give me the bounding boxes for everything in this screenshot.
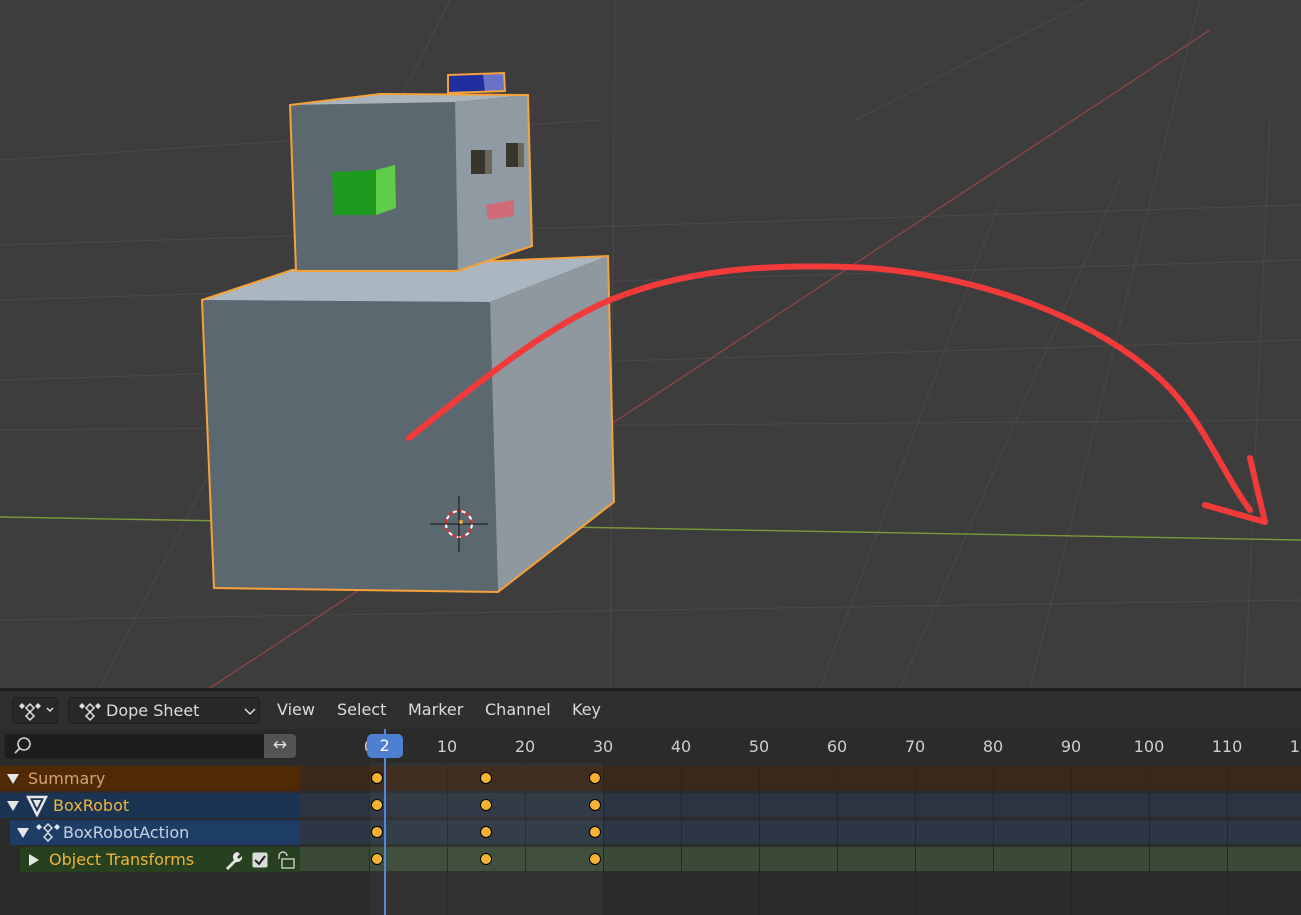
floor-grid xyxy=(0,0,1301,688)
frame-tick-label: 120 xyxy=(1289,737,1301,756)
frame-tick-label: 20 xyxy=(514,737,536,756)
triangle-down-icon[interactable] xyxy=(16,827,30,839)
robot-head[interactable] xyxy=(288,92,534,272)
keyframe-marker[interactable] xyxy=(370,799,383,811)
frame-tick-label: 100 xyxy=(1133,737,1165,756)
menu-select[interactable]: Select xyxy=(337,700,386,719)
mesh-icon xyxy=(26,795,48,817)
frame-grid-line xyxy=(1227,763,1228,915)
swap-arrows-button[interactable]: ↔ xyxy=(264,734,296,758)
keyframe-marker[interactable] xyxy=(480,799,492,811)
frame-grid-line xyxy=(993,763,994,915)
channel-boxrobot[interactable]: BoxRobot xyxy=(0,793,300,818)
checkbox-icon[interactable] xyxy=(252,852,268,868)
wrench-icon[interactable] xyxy=(223,850,243,870)
frame-tick-label: 30 xyxy=(592,737,614,756)
dope-sheet-editor[interactable]: Dope Sheet View Select Marker Channel Ke… xyxy=(0,691,1301,915)
robot-eye-left-side xyxy=(485,150,492,174)
frame-grid-line xyxy=(681,763,682,915)
3d-viewport[interactable] xyxy=(0,0,1301,688)
dope-sheet-timeline[interactable]: 0102030405060708090100110120 2 xyxy=(300,729,1301,915)
keyframe-marker[interactable] xyxy=(589,826,602,838)
menu-view[interactable]: View xyxy=(277,700,315,719)
swap-arrows-icon: ↔ xyxy=(272,735,288,755)
action-icon xyxy=(36,823,60,842)
current-frame-indicator[interactable]: 2 xyxy=(366,734,403,758)
frame-tick-label: 90 xyxy=(1060,737,1082,756)
robot-hat[interactable] xyxy=(447,71,507,95)
frame-grid-line xyxy=(1071,763,1072,915)
channel-label: BoxRobot xyxy=(53,796,130,815)
keyframe-marker[interactable] xyxy=(589,853,602,865)
frame-tick-label: 80 xyxy=(982,737,1004,756)
menu-key[interactable]: Key xyxy=(572,700,601,719)
frame-grid-line xyxy=(759,763,760,915)
keyframe-marker[interactable] xyxy=(370,826,383,838)
frame-tick-label: 10 xyxy=(436,737,458,756)
frame-grid-line xyxy=(603,763,604,915)
frame-tick-label: 60 xyxy=(826,737,848,756)
unlock-icon[interactable] xyxy=(276,851,298,869)
dopesheet-icon xyxy=(19,702,54,722)
frame-tick-label: 50 xyxy=(748,737,770,756)
editor-type-button[interactable] xyxy=(12,697,58,724)
frame-tick-label: 110 xyxy=(1211,737,1243,756)
channel-object-transforms[interactable]: Object Transforms xyxy=(20,847,300,872)
chevron-down-icon xyxy=(244,708,256,716)
keyframe-marker[interactable] xyxy=(589,799,602,811)
robot-eye-right-side xyxy=(518,143,524,167)
mode-dropdown[interactable]: Dope Sheet xyxy=(68,697,260,724)
menu-channel[interactable]: Channel xyxy=(485,700,551,719)
search-input[interactable] xyxy=(4,733,296,759)
scene-range-band xyxy=(369,763,603,915)
keyframe-marker[interactable] xyxy=(370,853,383,865)
dope-sheet-header: Dope Sheet View Select Marker Channel Ke… xyxy=(0,691,1301,729)
frame-grid-line xyxy=(1149,763,1150,915)
triangle-right-icon[interactable] xyxy=(28,853,40,867)
frame-ruler[interactable]: 0102030405060708090100110120 xyxy=(300,729,1301,763)
frame-tick-label: 40 xyxy=(670,737,692,756)
frame-tick-label: 70 xyxy=(904,737,926,756)
keyframe-marker[interactable] xyxy=(589,772,602,784)
dopesheet-mode-icon xyxy=(79,702,101,722)
channel-boxrobotaction[interactable]: BoxRobotAction xyxy=(10,820,300,845)
keyframe-marker[interactable] xyxy=(480,853,492,865)
channel-label: Summary xyxy=(28,769,106,788)
mode-dropdown-label: Dope Sheet xyxy=(106,701,200,720)
frame-grid-line xyxy=(837,763,838,915)
channel-search-bar: ↔ xyxy=(0,731,300,763)
triangle-down-icon[interactable] xyxy=(6,800,20,812)
keyframe-marker[interactable] xyxy=(370,772,383,784)
search-icon xyxy=(14,737,31,754)
channel-label: BoxRobotAction xyxy=(63,823,190,842)
channel-label: Object Transforms xyxy=(49,850,195,869)
keyframe-marker[interactable] xyxy=(480,772,492,784)
robot-ear[interactable] xyxy=(332,165,396,215)
viewport-canvas[interactable] xyxy=(0,0,1301,688)
channel-summary[interactable]: Summary xyxy=(0,766,300,791)
triangle-down-icon[interactable] xyxy=(6,773,20,785)
menu-marker[interactable]: Marker xyxy=(408,700,463,719)
keyframe-marker[interactable] xyxy=(480,826,492,838)
frame-grid-line xyxy=(915,763,916,915)
x-axis-line xyxy=(0,516,1301,541)
robot-body[interactable] xyxy=(200,254,616,594)
